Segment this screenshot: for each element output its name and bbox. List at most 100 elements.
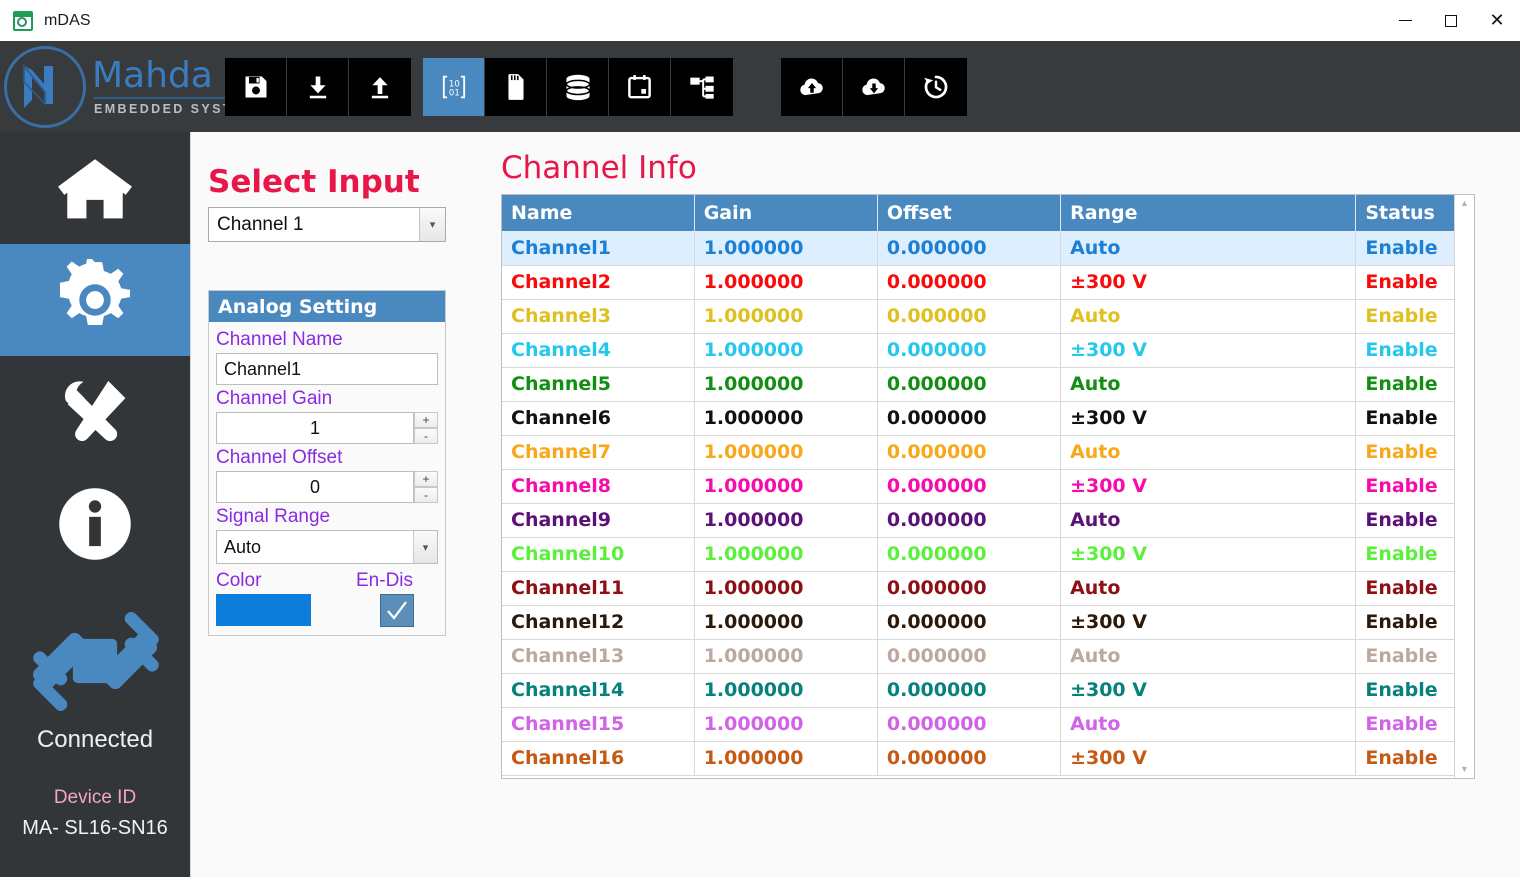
table-row[interactable]: Channel4 1.000000 0.000000 ±300 V Enable [502, 333, 1454, 368]
table-row[interactable]: Channel3 1.000000 0.000000 Auto Enable [502, 299, 1454, 334]
cell-status: Enable [1355, 231, 1454, 266]
column-header-gain[interactable]: Gain [694, 195, 878, 231]
channel-offset-value[interactable]: 0 [216, 471, 414, 503]
column-header-offset[interactable]: Offset [877, 195, 1062, 231]
svg-text:01: 01 [448, 88, 459, 98]
table-row[interactable]: Channel15 1.000000 0.000000 Auto Enable [502, 707, 1454, 742]
binary-data-button[interactable]: 10 01 [423, 57, 485, 116]
table-row[interactable]: Channel7 1.000000 0.000000 Auto Enable [502, 435, 1454, 470]
sidebar-item-tools[interactable] [0, 356, 190, 468]
scroll-up-arrow-icon[interactable]: ▲ [1460, 199, 1469, 208]
cell-offset: 0.000000 [877, 707, 1062, 742]
network-tree-icon [690, 76, 714, 99]
table-row[interactable]: Channel6 1.000000 0.000000 ±300 V Enable [502, 401, 1454, 436]
minimize-button[interactable] [1382, 0, 1428, 41]
signal-range-dropdown[interactable]: Auto ▾ [216, 530, 438, 564]
download-icon [309, 76, 326, 98]
calendar-button[interactable] [609, 57, 671, 116]
main-content: Select Input Channel 1 ▾ Analog Setting … [190, 132, 1520, 877]
brand-logo: Mahda EMBEDDED SYSTEMS [0, 41, 277, 132]
tools-icon [64, 380, 126, 442]
channel-name-label: Channel Name [216, 329, 343, 350]
cell-name: Channel6 [502, 401, 695, 436]
app-icon [13, 10, 33, 31]
save-floppy-icon [245, 76, 266, 97]
upload-button[interactable] [349, 57, 411, 116]
scroll-down-arrow-icon[interactable]: ▼ [1460, 765, 1469, 774]
column-header-range[interactable]: Range [1060, 195, 1357, 231]
table-row[interactable]: Channel8 1.000000 0.000000 ±300 V Enable [502, 469, 1454, 504]
channel-offset-increment-button[interactable]: + [414, 471, 438, 487]
history-button[interactable] [905, 57, 967, 116]
cell-range: Auto [1060, 231, 1357, 266]
cell-status: Enable [1355, 707, 1454, 742]
table-row[interactable]: Channel13 1.000000 0.000000 Auto Enable [502, 639, 1454, 674]
table-row[interactable]: Channel10 1.000000 0.000000 ±300 V Enable [502, 537, 1454, 572]
channel-gain-value[interactable]: 1 [216, 412, 414, 444]
color-label: Color [216, 570, 262, 591]
select-input-title: Select Input [208, 164, 420, 200]
cell-gain: 1.000000 [694, 639, 878, 674]
table-row[interactable]: Channel1 1.000000 0.000000 Auto Enable [502, 231, 1454, 266]
database-button[interactable] [547, 57, 609, 116]
table-row[interactable]: Channel2 1.000000 0.000000 ±300 V Enable [502, 265, 1454, 300]
channel-info-grid: Name Gain Offset Range Status Channel1 1.… [501, 194, 1475, 779]
close-button[interactable]: ✕ [1474, 0, 1520, 41]
color-swatch[interactable] [216, 594, 311, 626]
cell-offset: 0.000000 [877, 299, 1062, 334]
cell-range: Auto [1060, 707, 1357, 742]
table-row[interactable]: Channel9 1.000000 0.000000 Auto Enable [502, 503, 1454, 538]
channel-gain-label: Channel Gain [216, 388, 333, 409]
cell-gain: 1.000000 [694, 503, 878, 538]
channel-gain-stepper[interactable]: 1 + - [216, 412, 438, 444]
device-id-label: Device ID [53, 787, 137, 808]
save-button[interactable] [225, 57, 287, 116]
maximize-button[interactable] [1428, 0, 1474, 41]
channel-gain-decrement-button[interactable]: - [414, 428, 438, 444]
cell-range: ±300 V [1060, 537, 1357, 572]
select-input-value: Channel 1 [217, 213, 304, 235]
gear-icon [59, 259, 131, 325]
input-settings-column: Select Input Channel 1 ▾ Analog Setting … [208, 132, 463, 636]
channel-offset-decrement-button[interactable]: - [414, 487, 438, 503]
cell-gain: 1.000000 [694, 707, 878, 742]
channel-gain-increment-button[interactable]: + [414, 412, 438, 428]
info-icon [59, 488, 131, 560]
cell-gain: 1.000000 [694, 571, 878, 606]
sidebar-item-settings[interactable] [0, 244, 190, 356]
sidebar-item-home[interactable] [0, 132, 190, 244]
cell-range: ±300 V [1060, 741, 1357, 776]
enable-disable-checkbox[interactable] [380, 594, 414, 627]
cell-name: Channel4 [502, 333, 695, 368]
analog-setting-panel: Analog Setting Channel Name Channel1 Cha… [208, 290, 446, 636]
cell-status: Enable [1355, 503, 1454, 538]
table-row[interactable]: Channel14 1.000000 0.000000 ±300 V Enable [502, 673, 1454, 708]
cloud-download-button[interactable] [843, 57, 905, 116]
table-row[interactable]: Channel5 1.000000 0.000000 Auto Enable [502, 367, 1454, 402]
table-head: Name Gain Offset Range Status [502, 195, 1454, 231]
endis-cell: En-Dis [356, 567, 438, 627]
channel-name-input[interactable]: Channel1 [216, 353, 438, 385]
cell-status: Enable [1355, 469, 1454, 504]
cell-status: Enable [1355, 265, 1454, 300]
toolbar-group-data: 10 01 [423, 57, 733, 116]
close-icon: ✕ [1489, 9, 1505, 31]
channel-offset-label: Channel Offset [216, 447, 343, 468]
database-icon [565, 74, 590, 100]
table-row[interactable]: Channel16 1.000000 0.000000 ±300 V Enable [502, 741, 1454, 776]
endis-label: En-Dis [356, 570, 414, 591]
table-row[interactable]: Channel11 1.000000 0.000000 Auto Enable [502, 571, 1454, 606]
sd-card-button[interactable] [485, 57, 547, 116]
network-tree-button[interactable] [671, 57, 733, 116]
cell-gain: 1.000000 [694, 231, 878, 266]
calendar-icon [628, 75, 651, 99]
select-input-dropdown[interactable]: Channel 1 ▾ [208, 207, 446, 242]
download-button[interactable] [287, 57, 349, 116]
cloud-upload-button[interactable] [781, 57, 843, 116]
table-row[interactable]: Channel12 1.000000 0.000000 ±300 V Enable [502, 605, 1454, 640]
column-header-name[interactable]: Name [502, 195, 695, 231]
column-header-status[interactable]: Status [1355, 195, 1454, 231]
channel-offset-stepper[interactable]: 0 + - [216, 471, 438, 503]
table-scrollbar[interactable]: ▲ ▼ [1454, 195, 1474, 778]
sidebar-item-info[interactable] [0, 468, 190, 580]
